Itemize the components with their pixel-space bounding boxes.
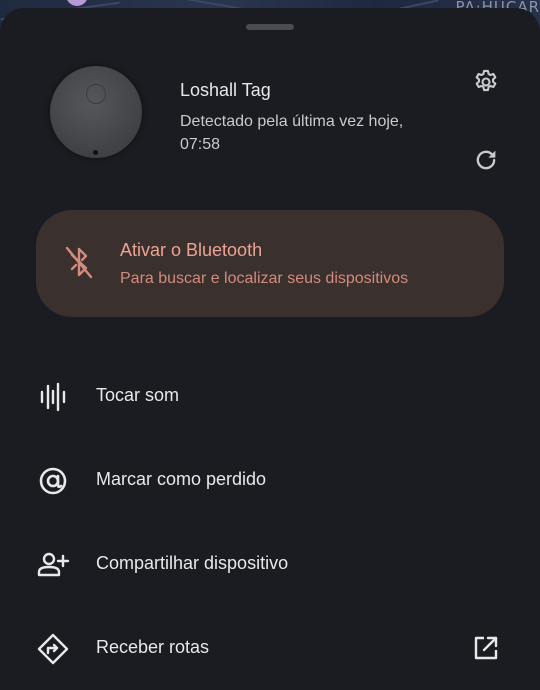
gear-icon [475, 69, 497, 92]
device-image-hole [86, 84, 106, 104]
mark-as-lost-action[interactable]: Marcar como perdido [0, 448, 540, 512]
action-label: Marcar como perdido [96, 469, 267, 489]
open-external-icon [474, 636, 498, 660]
refresh-button[interactable] [470, 144, 502, 176]
device-name: Loshall Tag [180, 80, 271, 100]
device-image-dot [93, 150, 98, 155]
drag-handle[interactable] [246, 24, 294, 30]
bluetooth-card-subtitle: Para buscar e localizar seus dispositivo… [120, 270, 409, 287]
sound-wave-icon [40, 382, 66, 412]
action-label: Receber rotas [96, 637, 210, 657]
device-image [50, 66, 142, 158]
action-label: Compartilhar dispositivo [96, 553, 289, 573]
get-directions-action[interactable]: Receber rotas [0, 616, 540, 680]
map-pin [66, 0, 88, 6]
directions-icon [37, 633, 69, 665]
refresh-icon [476, 150, 496, 170]
device-last-seen: Detectado pela última vez hoje, 07:58 [180, 113, 404, 153]
bluetooth-disabled-icon [65, 246, 93, 279]
share-device-action[interactable]: Compartilhar dispositivo [0, 532, 540, 596]
device-bottom-sheet: Loshall Tag Detectado pela última vez ho… [0, 8, 540, 690]
action-label: Tocar som [96, 385, 180, 405]
enable-bluetooth-card[interactable]: Ativar o Bluetooth Para buscar e localiz… [36, 210, 504, 317]
target-at-icon [39, 467, 67, 495]
person-add-icon [37, 552, 70, 577]
settings-button[interactable] [470, 66, 502, 98]
play-sound-action[interactable]: Tocar som [0, 364, 540, 428]
bluetooth-card-title: Ativar o Bluetooth [120, 240, 263, 260]
